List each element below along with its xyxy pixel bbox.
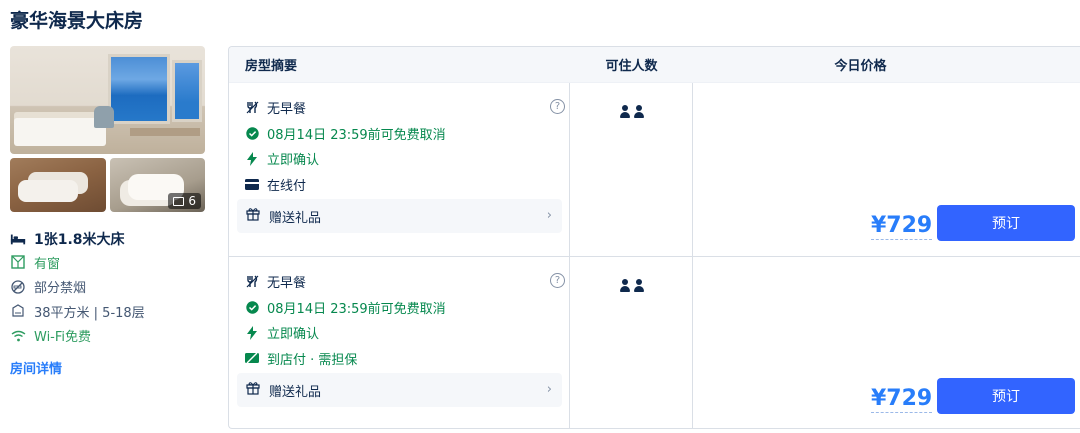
person-icon	[633, 105, 645, 119]
feature-smoking: 部分禁烟	[10, 275, 210, 300]
lightning-icon	[245, 325, 259, 340]
gift-text: 赠送礼品	[269, 384, 322, 400]
gift-row[interactable]: 赠送礼品 ›	[237, 373, 562, 407]
gift-icon	[246, 381, 260, 399]
book-button[interactable]: 预订	[937, 378, 1075, 414]
help-icon[interactable]: ?	[550, 273, 565, 288]
meal-text: 无早餐	[267, 102, 307, 118]
check-circle-icon	[245, 300, 259, 314]
fork-knife-icon	[245, 275, 259, 289]
lightning-icon	[245, 151, 259, 166]
check-circle-icon	[245, 126, 259, 140]
rate-row: 无早餐 ? 08月14日 23:59前可免费取消 立即确认 在线付 赠送礼品 ›…	[229, 83, 1080, 256]
payment-text: 在线付	[267, 178, 307, 194]
confirm-text: 立即确认	[267, 327, 320, 343]
gift-text: 赠送礼品	[269, 210, 322, 226]
room-photos[interactable]: 6	[10, 46, 205, 212]
payment-method: 在线付	[245, 172, 565, 198]
rate-table: 房型摘要 可住人数 今日价格 无早餐 ? 08月14日 23:59前可免费取消	[228, 46, 1080, 429]
room-detail-link[interactable]: 房间详情	[10, 358, 62, 377]
feature-window: 有窗	[10, 250, 210, 275]
cancel-text: 08月14日 23:59前可免费取消	[267, 127, 446, 143]
chevron-right-icon: ›	[546, 208, 552, 223]
window-icon	[10, 254, 26, 270]
room-thumbnail[interactable]: 6	[109, 158, 205, 212]
cancel-text: 08月14日 23:59前可免费取消	[267, 301, 446, 317]
photo-count-badge[interactable]: 6	[168, 193, 201, 209]
room-thumbnail[interactable]	[10, 158, 106, 212]
meal-info: 无早餐	[245, 95, 565, 121]
occupancy-icons	[619, 105, 645, 119]
bed-icon	[10, 231, 26, 247]
credit-card-icon	[245, 177, 259, 191]
price[interactable]: ¥729	[871, 386, 933, 413]
bed-info: 1张1.8米大床	[10, 228, 210, 250]
feature-size: 38平方米 | 5-18层	[10, 299, 210, 324]
header-summary: 房型摘要	[245, 59, 298, 74]
chevron-right-icon: ›	[546, 382, 552, 397]
photo-count: 6	[188, 194, 196, 208]
meal-text: 无早餐	[267, 276, 307, 292]
person-icon	[619, 279, 631, 293]
cancel-policy[interactable]: 08月14日 23:59前可免费取消	[245, 295, 565, 321]
no-smoking-icon	[10, 279, 26, 295]
feature-text: 38平方米 | 5-18层	[34, 305, 145, 321]
person-icon	[633, 279, 645, 293]
payment-text: 到店付 · 需担保	[267, 352, 358, 368]
gift-icon	[246, 207, 260, 225]
room-main-photo[interactable]	[10, 46, 205, 154]
room-features: 1张1.8米大床 有窗 部分禁烟 38平方米 | 5-18层 Wi-Fi免费	[10, 228, 210, 348]
meal-info: 无早餐	[245, 269, 565, 295]
header-occupancy: 可住人数	[605, 59, 658, 74]
gift-row[interactable]: 赠送礼品 ›	[237, 199, 562, 233]
rate-row: 无早餐 ? 08月14日 23:59前可免费取消 立即确认 到店付 · 需担保	[229, 256, 1080, 428]
header-price: 今日价格	[834, 59, 887, 74]
feature-text: 有窗	[34, 256, 61, 272]
room-title: 豪华海景大床房	[10, 10, 144, 32]
cancel-policy[interactable]: 08月14日 23:59前可免费取消	[245, 121, 565, 147]
instant-confirm: 立即确认	[245, 320, 565, 346]
bed-text: 1张1.8米大床	[34, 232, 125, 248]
price[interactable]: ¥729	[871, 213, 933, 240]
help-icon[interactable]: ?	[550, 99, 565, 114]
room-size-icon	[10, 303, 26, 319]
person-icon	[619, 105, 631, 119]
confirm-text: 立即确认	[267, 153, 320, 169]
occupancy-icons	[619, 279, 645, 293]
fork-knife-icon	[245, 101, 259, 115]
feature-text: 部分禁烟	[34, 281, 87, 297]
feature-text: Wi-Fi免费	[34, 330, 92, 346]
book-button[interactable]: 预订	[937, 205, 1075, 241]
image-icon	[173, 196, 185, 206]
instant-confirm: 立即确认	[245, 146, 565, 172]
pay-at-hotel-icon	[245, 351, 259, 365]
table-header: 房型摘要 可住人数 今日价格	[229, 47, 1080, 83]
payment-method: 到店付 · 需担保	[245, 346, 565, 372]
feature-wifi: Wi-Fi免费	[10, 324, 210, 349]
wifi-icon	[10, 328, 26, 344]
